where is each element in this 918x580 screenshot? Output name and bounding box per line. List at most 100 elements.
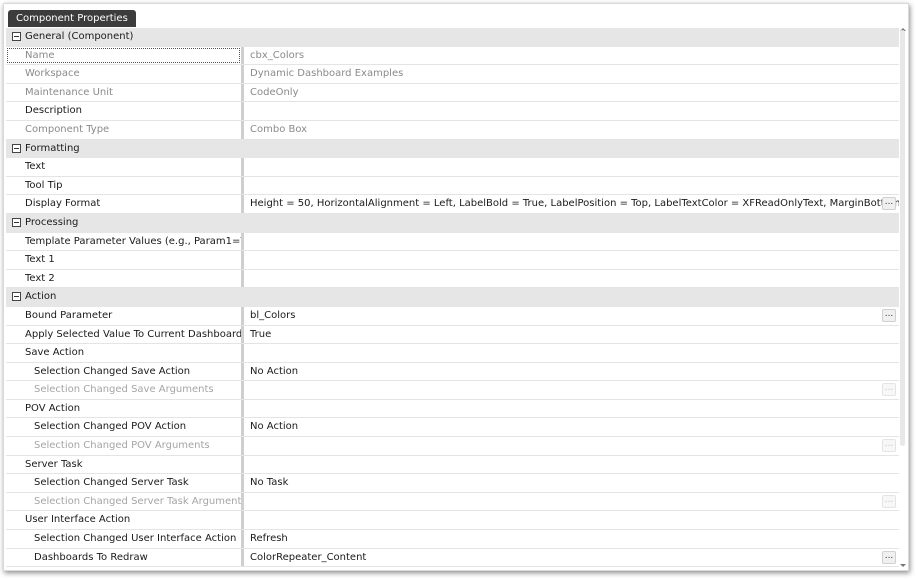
property-row-selection-changed-server-task[interactable]: Selection Changed Server Task No Task — [6, 474, 899, 493]
property-value[interactable]: ... — [244, 381, 899, 399]
property-row-tool-tip[interactable]: Tool Tip — [6, 176, 899, 196]
property-label: Server Task — [25, 458, 83, 470]
property-row-display-format[interactable]: Display Format Height = 50, HorizontalAli… — [6, 195, 899, 214]
property-row-selection-changed-server-task-arguments[interactable]: Selection Changed Server Task Arguments.… — [6, 492, 899, 512]
ellipsis-button[interactable]: ... — [882, 308, 896, 322]
property-value-text: Combo Box — [250, 123, 308, 135]
property-value[interactable]: True — [244, 326, 899, 344]
property-row-text-1[interactable]: Text 1 — [6, 251, 899, 270]
category-label: General (Component) — [25, 31, 134, 42]
property-value[interactable]: No Action — [244, 418, 899, 436]
subgroup-server-task[interactable]: Server Task — [6, 455, 899, 475]
property-label: Template Parameter Values (e.g., Param1=… — [25, 235, 241, 247]
property-value[interactable]: No Task — [244, 474, 899, 492]
title-bar: Component Properties — [8, 8, 136, 28]
subgroup-save-action[interactable]: Save Action — [6, 344, 899, 363]
property-label: User Interface Action — [25, 514, 131, 526]
property-value-text: No Task — [250, 477, 289, 489]
property-value[interactable]: bl_Colors... — [244, 307, 899, 325]
property-row-selection-changed-save-action[interactable]: Selection Changed Save Action No Action — [6, 362, 899, 382]
property-label: Selection Changed User Interface Action — [34, 533, 237, 545]
component-properties-window: Component Properties General (Component)… — [3, 3, 909, 571]
property-label: Bound Parameter — [25, 309, 113, 321]
property-row-text-2[interactable]: Text 2 — [6, 269, 899, 289]
property-value-text: No Action — [250, 421, 299, 433]
property-value[interactable] — [244, 177, 899, 195]
property-label: Dashboards To Redraw — [34, 551, 148, 563]
property-value[interactable] — [244, 400, 899, 418]
category-processing[interactable]: Processing — [6, 213, 899, 233]
property-value[interactable]: ColorRepeater_Content... — [244, 549, 899, 567]
property-label: Maintenance Unit — [25, 86, 113, 98]
property-value[interactable] — [244, 233, 899, 251]
property-value-text: No Action — [250, 365, 299, 377]
ellipsis-button: ... — [882, 494, 896, 508]
property-value[interactable]: Dynamic Dashboard Examples — [244, 65, 899, 83]
collapse-toggle-icon[interactable] — [12, 217, 21, 227]
property-value[interactable]: Combo Box — [244, 121, 899, 139]
property-row-name[interactable]: Name cbx_Colors — [6, 46, 899, 66]
property-label: Apply Selected Value To Current Dashboar… — [25, 328, 241, 340]
subgroup-pov-action[interactable]: POV Action — [6, 399, 899, 419]
category-general-component[interactable]: General (Component) — [6, 28, 899, 47]
property-row-apply-selected-value-to-current-dashboard[interactable]: Apply Selected Value To Current Dashboar… — [6, 325, 899, 345]
property-value-text: cbx_Colors — [250, 49, 305, 61]
property-row-selection-changed-pov-action[interactable]: Selection Changed POV Action No Action — [6, 418, 899, 438]
property-value-text: ColorRepeater_Content — [250, 551, 367, 563]
property-value[interactable] — [244, 102, 899, 120]
property-label: POV Action — [25, 402, 81, 414]
property-value[interactable]: ... — [244, 437, 899, 455]
property-grid: General (Component) Name cbx_Colors Workspa… — [6, 28, 899, 568]
property-row-text[interactable]: Text — [6, 158, 899, 177]
property-row-maintenance-unit[interactable]: Maintenance Unit CodeOnly — [6, 83, 899, 103]
property-value[interactable]: Refresh — [244, 530, 899, 548]
property-value[interactable]: ... — [244, 493, 899, 511]
property-value[interactable] — [244, 251, 899, 269]
property-value[interactable]: Height = 50, HorizontalAlignment = Left,… — [244, 195, 899, 213]
panel-title-tab[interactable]: Component Properties — [8, 10, 136, 27]
property-label: Text 2 — [25, 272, 55, 284]
property-row-dashboards-to-redraw[interactable]: Dashboards To Redraw ColorRepeater_Conten… — [6, 548, 899, 568]
property-label: Selection Changed Save Action — [34, 365, 191, 377]
scroll-down-icon[interactable] — [900, 564, 906, 567]
property-value-text: True — [250, 328, 272, 340]
property-row-selection-changed-pov-arguments[interactable]: Selection Changed POV Arguments... — [6, 437, 899, 456]
property-value-text: Dynamic Dashboard Examples — [250, 68, 404, 80]
property-row-component-type[interactable]: Component Type Combo Box — [6, 120, 899, 140]
property-value[interactable] — [244, 158, 899, 176]
collapse-toggle-icon[interactable] — [12, 143, 21, 153]
ellipsis-button[interactable]: ... — [882, 550, 896, 564]
property-label: Text — [25, 161, 46, 173]
category-formatting[interactable]: Formatting — [6, 139, 899, 159]
property-label: Save Action — [25, 347, 85, 359]
property-value[interactable] — [244, 511, 899, 529]
ellipsis-button: ... — [882, 383, 896, 397]
subgroup-user-interface-action[interactable]: User Interface Action — [6, 511, 899, 531]
category-action[interactable]: Action — [6, 288, 899, 307]
property-value[interactable] — [244, 270, 899, 288]
ellipsis-button[interactable]: ... — [882, 197, 896, 211]
property-label: Selection Changed POV Action — [34, 421, 187, 433]
property-value[interactable]: No Action — [244, 363, 899, 381]
property-row-description[interactable]: Description — [6, 102, 899, 121]
property-label: Selection Changed POV Arguments — [34, 440, 210, 452]
property-row-template-parameter-values-e-g-param1-value1[interactable]: Template Parameter Values (e.g., Param1=… — [6, 232, 899, 252]
property-value[interactable] — [244, 344, 899, 362]
collapse-toggle-icon[interactable] — [12, 292, 21, 302]
collapse-toggle-icon[interactable] — [12, 32, 21, 41]
property-row-bound-parameter[interactable]: Bound Parameter bl_Colors... — [6, 306, 899, 326]
property-value[interactable]: cbx_Colors — [244, 47, 899, 65]
property-value-text: Height = 50, HorizontalAlignment = Left,… — [250, 198, 899, 210]
property-label: Tool Tip — [25, 179, 63, 191]
property-row-selection-changed-user-interface-action[interactable]: Selection Changed User Interface Action R… — [6, 530, 899, 549]
property-value[interactable] — [244, 456, 899, 474]
vertical-scrollbar[interactable] — [900, 30, 905, 446]
property-label: Description — [25, 105, 82, 117]
property-label: Selection Changed Save Arguments — [34, 384, 214, 396]
property-row-workspace[interactable]: Workspace Dynamic Dashboard Examples — [6, 65, 899, 84]
property-label: Selection Changed Server Task Arguments — [34, 495, 241, 507]
property-value[interactable]: CodeOnly — [244, 84, 899, 102]
property-label: Text 1 — [25, 254, 55, 266]
property-row-selection-changed-save-arguments[interactable]: Selection Changed Save Arguments... — [6, 381, 899, 400]
property-value-text: bl_Colors — [250, 309, 296, 321]
